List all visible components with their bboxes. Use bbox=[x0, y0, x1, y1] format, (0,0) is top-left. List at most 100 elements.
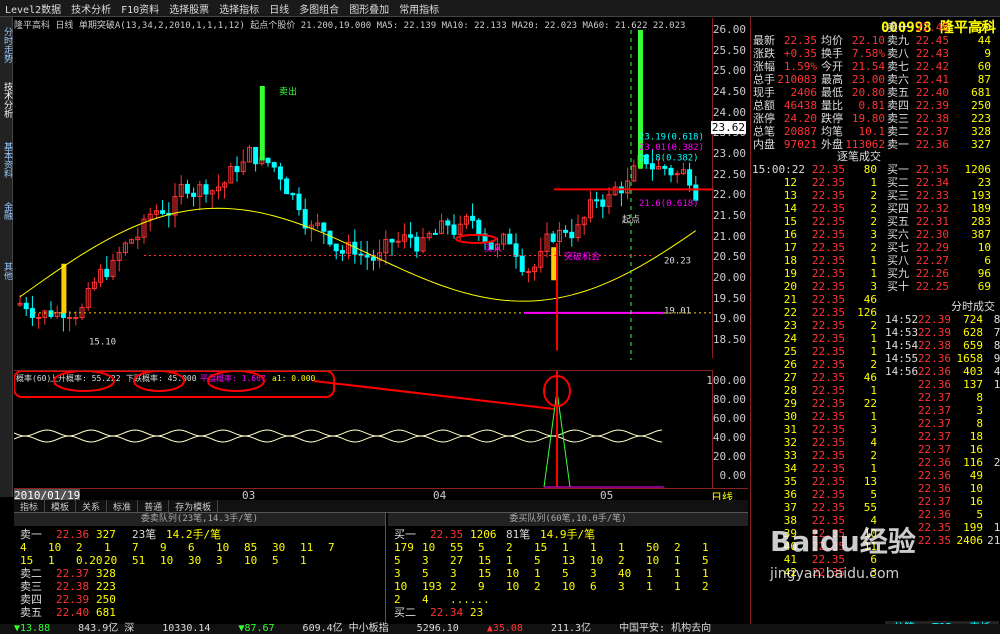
price-tick-label: 22.00 bbox=[712, 188, 746, 202]
cell: 5 bbox=[394, 554, 401, 567]
cell: 11 bbox=[300, 541, 314, 554]
quote-stat-row: 总手 210083 bbox=[751, 73, 817, 86]
menu-item-5[interactable]: 日线 bbox=[269, 1, 289, 16]
indicator-panel[interactable]: 概率(60)上升概率: 55.222 下跌概率: 45.000 平盘概率: 1.66… bbox=[14, 370, 712, 488]
quote-stat-row: 换手 7.58% bbox=[817, 47, 885, 60]
cell: 1 bbox=[646, 580, 653, 593]
bottom-tab-3[interactable]: 标准 bbox=[107, 500, 139, 513]
menu-item-4[interactable]: 选择指标 bbox=[219, 1, 259, 16]
tab-intraday[interactable]: 分时走势 bbox=[1, 27, 12, 63]
cell: 27 bbox=[450, 554, 464, 567]
quote-cell: 24.20 bbox=[783, 112, 817, 125]
quote-cell: 45 bbox=[993, 365, 1000, 378]
quote-cell: 91 bbox=[993, 352, 1000, 365]
quote-cell: 1658 bbox=[956, 352, 984, 365]
quote-cell: 2 bbox=[870, 189, 877, 202]
quote-cell: 买八 bbox=[887, 254, 909, 267]
candle-body bbox=[445, 220, 451, 226]
quote-cell: 卖二 bbox=[887, 125, 909, 138]
quote-stat-row: 最高 23.00 bbox=[817, 73, 885, 86]
cell: 7 bbox=[328, 541, 335, 554]
trade-row: 36 22.35 5 bbox=[751, 488, 877, 501]
candle-body bbox=[600, 199, 606, 207]
cell: 2 bbox=[76, 541, 83, 554]
cell: 23 bbox=[470, 606, 484, 619]
tab-fundamentals[interactable]: 基本资料 bbox=[1, 142, 12, 178]
quote-cell: 22.36 bbox=[917, 456, 951, 469]
candle-body bbox=[23, 302, 29, 310]
quote-cell: 22.35 bbox=[811, 176, 845, 189]
tab-finance[interactable]: 金融 bbox=[1, 202, 12, 220]
tick-row: 14:5322.39 628 75 bbox=[885, 326, 1000, 339]
quote-cell: 81 bbox=[993, 339, 1000, 352]
quote-cell: 22.36 bbox=[917, 378, 951, 391]
chart-annotation: 19.01 bbox=[664, 306, 691, 316]
quote-cell: 193 bbox=[971, 189, 991, 202]
sell-level-row: 卖五 22.40 681 bbox=[20, 606, 132, 619]
cell: 51 bbox=[132, 554, 146, 567]
quote-cell: 现手 bbox=[753, 86, 775, 99]
sell-level-row: 卖七 22.42 60 bbox=[885, 60, 991, 73]
quote-cell: 80 bbox=[863, 163, 877, 176]
queue-row: 2 4...... bbox=[394, 593, 490, 606]
quote-cell: 逐笔成交 bbox=[837, 150, 881, 163]
quote-cell: 22.35 bbox=[811, 254, 845, 267]
probability-line-up bbox=[14, 429, 663, 437]
quote-cell: 681 bbox=[971, 86, 991, 99]
quote-cell: 22.35 bbox=[811, 241, 845, 254]
buy-level-row: 买六 22.30 387 bbox=[885, 228, 991, 241]
tab-other[interactable]: 其他 bbox=[1, 262, 12, 280]
cell: 2 bbox=[450, 580, 457, 593]
tick-row: 22.36 499 bbox=[885, 469, 1000, 482]
cell: 15 bbox=[478, 567, 492, 580]
bottom-tab-2[interactable]: 关系 bbox=[76, 500, 108, 513]
candle-body bbox=[451, 224, 457, 235]
quote-cell: 3 bbox=[870, 423, 877, 436]
menu-item-2[interactable]: F10资料 bbox=[121, 1, 159, 16]
menu-item-6[interactable]: 多图组合 bbox=[299, 1, 339, 16]
bottom-tab-4[interactable]: 普通 bbox=[138, 500, 170, 513]
menu-item-0[interactable]: Level2数据 bbox=[5, 1, 61, 16]
trade-row: 31 22.35 3 bbox=[751, 423, 877, 436]
cell: 1 bbox=[104, 541, 111, 554]
quote-cell: 15:00:22 bbox=[752, 163, 805, 176]
menu-item-1[interactable]: 技术分析 bbox=[71, 1, 111, 16]
menu-item-8[interactable]: 常用指标 bbox=[399, 1, 439, 16]
trade-row: 33 22.35 2 bbox=[751, 449, 877, 462]
cell: 卖二 bbox=[20, 567, 42, 580]
quote-cell: 22.36 bbox=[917, 352, 951, 365]
candlestick-chart[interactable]: 卖出起点 25.97 23.19(0.618)23.01(0.382)22.8(0.… bbox=[14, 30, 714, 362]
quote-cell: 均价 bbox=[821, 34, 843, 47]
quote-cell: 3 bbox=[976, 404, 983, 417]
candle-body bbox=[408, 234, 414, 238]
quote-cell: 3 bbox=[870, 228, 877, 241]
quote-cell: 22.36 bbox=[917, 365, 951, 378]
candle-body bbox=[662, 165, 668, 169]
menu-item-3[interactable]: 选择股票 bbox=[169, 1, 209, 16]
bottom-tab-5[interactable]: 存为模板 bbox=[169, 500, 219, 513]
quote-cell: 22.30 bbox=[915, 228, 949, 241]
quote-cell: 7 bbox=[983, 495, 1000, 508]
candle-body bbox=[339, 250, 345, 254]
cell: 9 bbox=[478, 580, 485, 593]
tab-technical[interactable]: 技术分析 bbox=[1, 82, 12, 118]
quote-cell: 卖九 bbox=[887, 34, 909, 47]
quote-cell: 总额 bbox=[753, 99, 775, 112]
cell: 3 bbox=[422, 554, 429, 567]
cell: 3 bbox=[450, 567, 457, 580]
quote-cell: 9 bbox=[983, 469, 1000, 482]
bottom-tab-1[interactable]: 模板 bbox=[45, 500, 77, 513]
trade-row: 21 22.35 46 bbox=[751, 293, 877, 306]
candle-body bbox=[476, 219, 482, 235]
tick-title: 分时成交 bbox=[885, 300, 995, 313]
quote-cell: 23 bbox=[977, 176, 991, 189]
trade-row: 27 22.35 46 bbox=[751, 371, 877, 384]
quote-stat-row: 量比 0.81 bbox=[817, 99, 885, 112]
menu-item-7[interactable]: 图形叠加 bbox=[349, 1, 389, 16]
trade-row: 32 22.35 4 bbox=[751, 436, 877, 449]
candle-body bbox=[327, 230, 333, 245]
quote-cell: 22.34 bbox=[915, 176, 949, 189]
candle-body bbox=[290, 193, 296, 196]
bottom-tab-0[interactable]: 指标 bbox=[14, 500, 46, 513]
quote-stat-row: 总额 46438 bbox=[751, 99, 817, 112]
